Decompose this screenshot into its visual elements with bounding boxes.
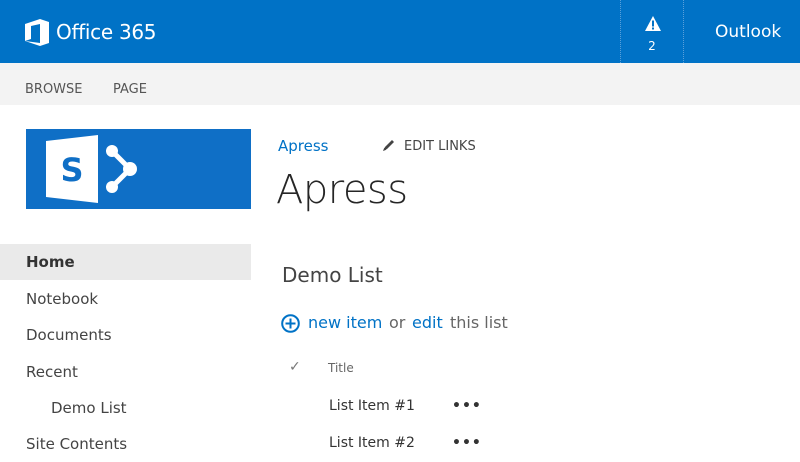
webpart-title[interactable]: Demo List <box>282 262 383 288</box>
new-item-link[interactable]: new item <box>308 312 382 334</box>
nav-item-demo-list[interactable]: Demo List <box>0 390 251 426</box>
alerts-button[interactable]: 2 <box>620 0 684 63</box>
nav-item-home[interactable]: Home <box>0 244 251 280</box>
breadcrumb-site-link[interactable]: Apress <box>278 137 328 155</box>
page-title: Apress <box>276 167 408 213</box>
row-actions-ellipsis-icon[interactable]: ••• <box>452 434 482 452</box>
tab-browse[interactable]: BROWSE <box>25 82 83 98</box>
edit-list-link[interactable]: edit <box>412 312 443 334</box>
pencil-icon <box>383 140 394 151</box>
edit-links-button[interactable]: EDIT LINKS <box>382 138 476 156</box>
ribbon-bar: BROWSE PAGE <box>0 63 800 105</box>
outlook-link[interactable]: Outlook <box>715 21 781 43</box>
toolbar-or-text: or <box>389 313 406 332</box>
column-header-title[interactable]: Title <box>328 360 354 376</box>
warning-icon <box>645 16 661 31</box>
office-logo-icon[interactable] <box>25 19 49 46</box>
edit-links-label: EDIT LINKS <box>404 139 476 154</box>
sharepoint-logo-icon: S <box>46 135 137 203</box>
site-logo[interactable]: S <box>26 129 251 209</box>
nav-item-documents[interactable]: Documents <box>0 317 251 353</box>
nav-item-recent[interactable]: Recent <box>0 354 251 390</box>
row-actions-ellipsis-icon[interactable]: ••• <box>452 397 482 415</box>
tab-page[interactable]: PAGE <box>113 82 147 98</box>
svg-text:S: S <box>60 151 83 189</box>
select-all-checkmark-icon[interactable]: ✓ <box>289 358 301 376</box>
brand-name[interactable]: Office 365 <box>56 19 157 46</box>
toolbar-this-list-text: this list <box>450 313 508 332</box>
suite-bar: Office 365 2 Outlook <box>0 0 800 63</box>
nav-item-site-contents[interactable]: Site Contents <box>0 426 251 462</box>
add-circle-icon[interactable] <box>281 314 300 333</box>
alerts-count: 2 <box>648 39 656 53</box>
nav-item-notebook[interactable]: Notebook <box>0 281 251 317</box>
list-row-title[interactable]: List Item #1 <box>329 397 415 415</box>
list-row-title[interactable]: List Item #2 <box>329 434 415 452</box>
